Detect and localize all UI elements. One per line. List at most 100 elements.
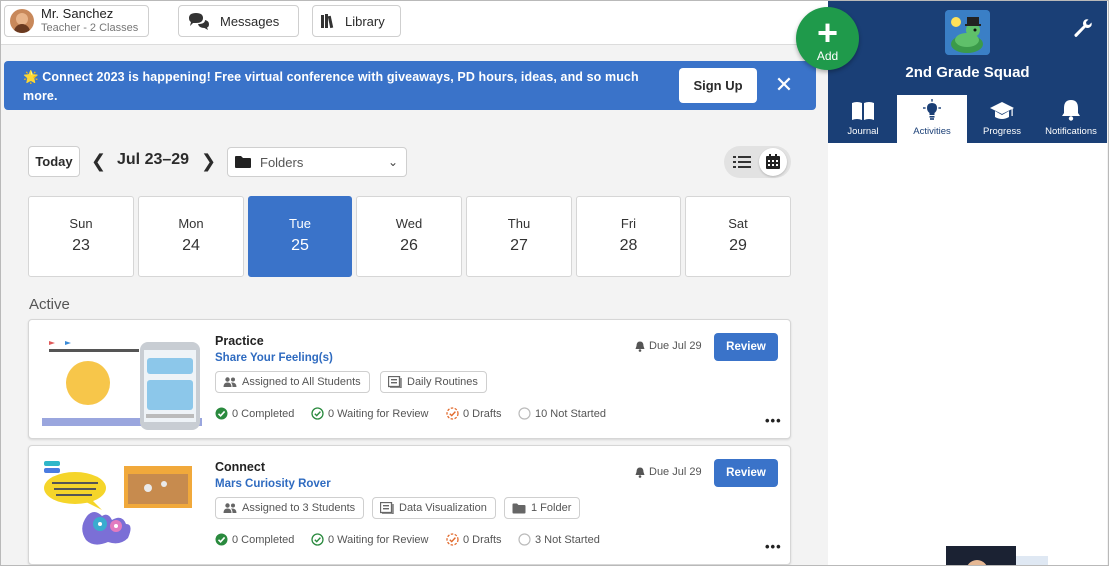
more-options-icon[interactable]: ••• [765,414,782,427]
tab-activities[interactable]: Activities [897,95,967,143]
today-button[interactable]: Today [28,146,80,177]
section-title: Active [29,296,70,313]
activity-card[interactable]: Connect Mars Curiosity Rover Assigned to… [28,445,791,565]
category-tag[interactable]: Daily Routines [380,371,487,393]
activity-card[interactable]: Practice Share Your Feeling(s) Assigned … [28,319,791,439]
date-range: Jul 23–29 [117,151,190,168]
empty-circle-icon [518,407,531,420]
book-icon [852,102,874,120]
view-toggle [724,146,791,178]
day-number: 29 [729,237,747,254]
activity-type: Practice [215,334,264,348]
day-number: 24 [182,237,200,254]
day-number: 28 [619,237,638,254]
activity-thumbnail [42,454,202,556]
assigned-tag[interactable]: Assigned to 3 Students [215,497,365,519]
chevron-right-icon[interactable]: ❯ [201,152,216,170]
review-button[interactable]: Review [714,333,778,361]
books-icon [321,14,334,29]
library-icon [388,376,402,388]
day-number: 27 [510,237,528,254]
user-name: Mr. Sanchez [41,6,114,21]
calendar-view-button[interactable] [759,148,787,176]
due-date: Due Jul 29 [635,340,702,352]
tab-label: Notifications [1045,126,1097,137]
day-name: Wed [395,216,423,231]
stat-completed[interactable]: 0 Completed [215,533,294,546]
check-circle-outline-icon [311,407,324,420]
users-icon [223,377,237,387]
plus-icon: + [816,12,839,53]
day-name: Thu [507,216,531,231]
activity-title-link[interactable]: Mars Curiosity Rover [215,478,331,490]
announcement-banner: 🌟 Connect 2023 is happening! Free virtua… [4,61,816,110]
stat-drafts[interactable]: 0 Drafts [446,533,502,546]
due-date: Due Jul 29 [635,466,702,478]
library-icon [380,502,394,514]
category-tag[interactable]: Data Visualization [372,497,496,519]
tab-notifications[interactable]: Notifications [1036,95,1106,143]
tab-progress[interactable]: Progress [967,95,1037,143]
messages-button[interactable]: Messages [178,5,299,37]
bell-icon [1062,100,1080,121]
star-icon: 🌟 [23,70,39,84]
folders-dropdown[interactable]: Folders ⌄ [227,147,407,177]
day-thu[interactable]: Thu 27 [466,196,572,277]
day-name: Sun [69,216,93,231]
chat-bubbles-icon [189,13,209,30]
class-panel-body [828,143,1107,566]
stat-completed[interactable]: 0 Completed [215,407,294,420]
banner-text: Connect 2023 is happening! Free virtual … [23,70,639,103]
folder-tag-label: 1 Folder [531,502,572,514]
library-label: Library [345,13,385,29]
check-circle-icon [215,407,228,420]
day-name: Fri [620,216,637,231]
video-thumbnail-secondary[interactable] [1016,556,1048,566]
add-button[interactable]: + Add [796,7,859,70]
folder-icon [512,503,526,513]
assigned-tag[interactable]: Assigned to All Students [215,371,370,393]
list-icon [733,156,751,168]
video-thumbnail[interactable] [946,546,1016,566]
check-circle-outline-icon [311,533,324,546]
calendar-icon [766,154,780,169]
chevron-left-icon[interactable]: ❮ [91,152,106,170]
day-mon[interactable]: Mon 24 [138,196,244,277]
class-panel-header: 2nd Grade Squad Journal Activities Progr… [828,0,1107,143]
list-view-button[interactable] [728,148,756,176]
day-name: Mon [178,216,204,231]
sign-up-button[interactable]: Sign Up [679,68,757,103]
review-button[interactable]: Review [714,459,778,487]
day-sat[interactable]: Sat 29 [685,196,791,277]
stat-drafts[interactable]: 0 Drafts [446,407,502,420]
stat-not-started[interactable]: 10 Not Started [518,407,606,420]
more-options-icon[interactable]: ••• [765,540,782,553]
day-wed[interactable]: Wed 26 [356,196,462,277]
library-button[interactable]: Library [312,5,401,37]
day-number: 25 [291,237,309,254]
activity-title-link[interactable]: Share Your Feeling(s) [215,352,333,364]
close-icon[interactable]: ✕ [774,74,794,96]
tab-label: Progress [982,126,1021,137]
day-name: Tue [289,216,311,231]
category-tag-label: Daily Routines [407,376,478,388]
day-tue[interactable]: Tue 25 [248,196,352,277]
wrench-icon[interactable] [1073,18,1093,38]
category-tag-label: Data Visualization [399,502,487,514]
messages-label: Messages [220,13,280,29]
folder-tag[interactable]: 1 Folder [504,497,581,519]
stat-waiting-review[interactable]: 0 Waiting for Review [311,533,428,546]
activity-thumbnail [42,328,202,430]
day-sun[interactable]: Sun 23 [28,196,134,277]
draft-check-icon [446,407,459,420]
class-avatar-icon[interactable] [945,10,990,55]
user-menu-button[interactable]: Mr. Sanchez Teacher - 2 Classes [4,5,149,37]
stat-waiting-review[interactable]: 0 Waiting for Review [311,407,428,420]
check-circle-icon [215,533,228,546]
stat-not-started[interactable]: 3 Not Started [518,533,600,546]
day-fri[interactable]: Fri 28 [576,196,681,277]
top-bar: Mr. Sanchez Teacher - 2 Classes Messages… [0,0,828,45]
class-panel-tabs: Journal Activities Progress Notification… [828,95,1107,143]
tab-journal[interactable]: Journal [828,95,898,143]
draft-check-icon [446,533,459,546]
